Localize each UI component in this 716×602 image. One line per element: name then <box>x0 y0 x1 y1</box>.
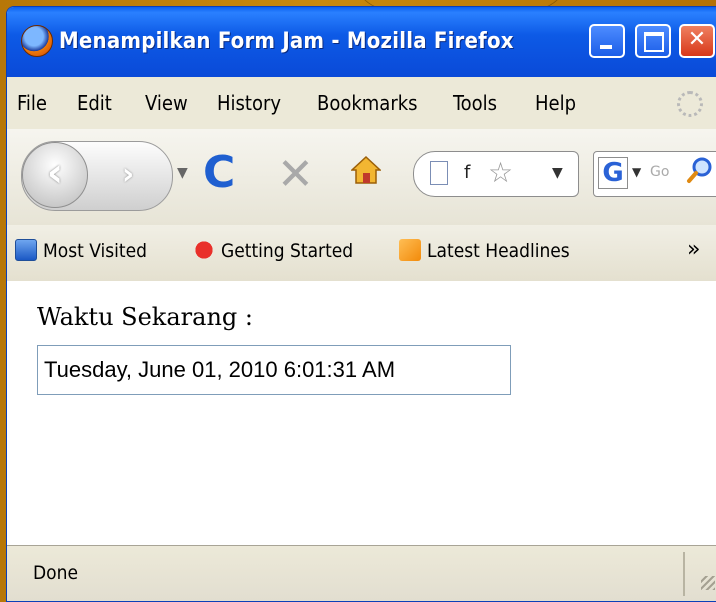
home-icon[interactable] <box>351 155 381 185</box>
url-bar[interactable]: f ☆ ▼ <box>413 151 579 197</box>
url-text: f <box>464 162 471 183</box>
search-placeholder: Go <box>650 164 670 180</box>
resize-grip-icon[interactable] <box>701 576 715 590</box>
bookmark-latest-headlines[interactable]: Latest Headlines <box>399 239 570 262</box>
menu-edit[interactable]: Edit <box>77 91 112 115</box>
page-icon <box>430 161 448 185</box>
getting-started-icon <box>193 239 215 261</box>
menu-history[interactable]: History <box>217 91 281 115</box>
firefox-logo-icon <box>21 25 53 57</box>
menu-view[interactable]: View <box>145 91 188 115</box>
most-visited-icon <box>15 239 37 261</box>
throbber-icon <box>677 91 703 117</box>
rss-feed-icon <box>399 239 421 261</box>
close-button[interactable]: ✕ <box>679 24 715 58</box>
status-divider <box>683 552 685 596</box>
current-time-field[interactable] <box>37 345 511 395</box>
menu-bar: File Edit View History Bookmarks Tools H… <box>7 77 716 130</box>
page-content: Waktu Sekarang : <box>7 281 716 545</box>
bookmark-label: Getting Started <box>221 240 354 262</box>
bookmark-most-visited[interactable]: Most Visited <box>15 239 147 262</box>
search-engine-dropdown-icon[interactable]: ▼ <box>632 165 641 179</box>
browser-window: Menampilkan Form Jam - Mozilla Firefox ✕… <box>6 6 716 602</box>
bookmark-label: Latest Headlines <box>427 240 570 262</box>
bookmark-label: Most Visited <box>43 240 147 262</box>
menu-file[interactable]: File <box>17 91 47 115</box>
bookmarks-toolbar: Most Visited Getting Started Latest Head… <box>7 225 716 282</box>
back-forward-group: ‹ › <box>21 141 173 211</box>
status-text: Done <box>33 562 78 584</box>
navigation-toolbar: ‹ › ▼ C ✕ f ☆ ▼ G ▼ Go <box>7 129 716 226</box>
menu-tools[interactable]: Tools <box>453 91 497 115</box>
bookmark-star-icon[interactable]: ☆ <box>488 156 513 189</box>
search-icon[interactable] <box>686 156 714 184</box>
bookmark-getting-started[interactable]: Getting Started <box>193 239 353 262</box>
search-bar[interactable]: G ▼ Go <box>593 151 716 197</box>
menu-help[interactable]: Help <box>535 91 576 115</box>
minimize-button[interactable] <box>589 24 625 58</box>
back-button[interactable]: ‹ <box>22 142 88 208</box>
history-dropdown-icon[interactable]: ▼ <box>177 165 188 181</box>
current-time-label: Waktu Sekarang : <box>37 303 253 331</box>
google-search-engine-icon[interactable]: G <box>598 157 628 189</box>
title-bar: Menampilkan Form Jam - Mozilla Firefox ✕ <box>7 7 716 77</box>
maximize-button[interactable] <box>635 24 671 58</box>
stop-icon[interactable]: ✕ <box>277 149 314 200</box>
menu-bookmarks[interactable]: Bookmarks <box>317 91 418 115</box>
url-dropdown-icon[interactable]: ▼ <box>552 165 563 181</box>
status-bar: Done <box>7 545 716 601</box>
window-title: Menampilkan Form Jam - Mozilla Firefox <box>59 29 514 54</box>
reload-icon[interactable]: C <box>203 147 235 198</box>
bookmarks-overflow-chevron-icon[interactable]: » <box>687 237 700 262</box>
forward-button[interactable]: › <box>106 154 150 198</box>
